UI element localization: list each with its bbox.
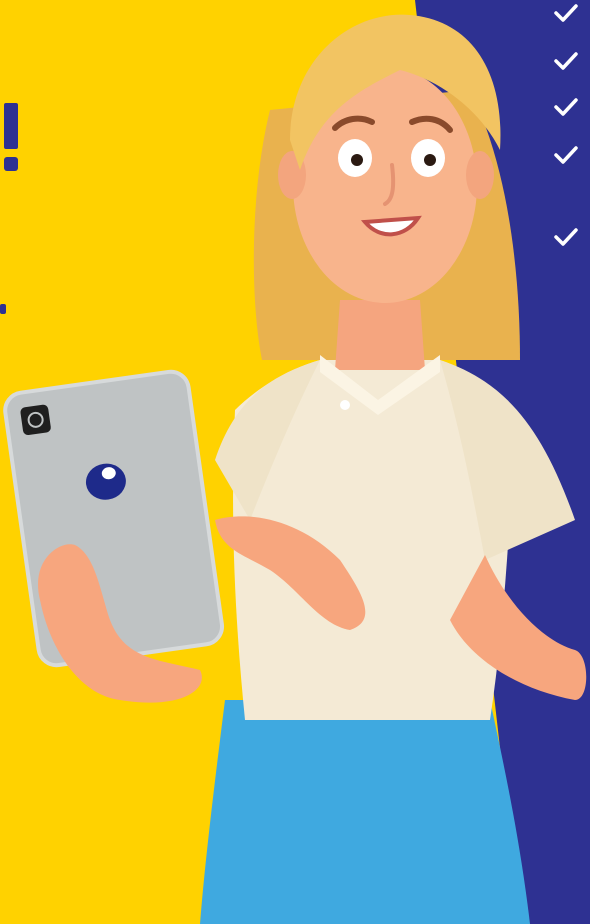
camera-icon <box>20 404 51 436</box>
woman-illustration <box>3 14 587 924</box>
skirt <box>200 700 530 924</box>
tablet <box>3 369 225 668</box>
neck <box>335 300 425 370</box>
ear-right <box>466 151 494 199</box>
button <box>340 400 350 410</box>
